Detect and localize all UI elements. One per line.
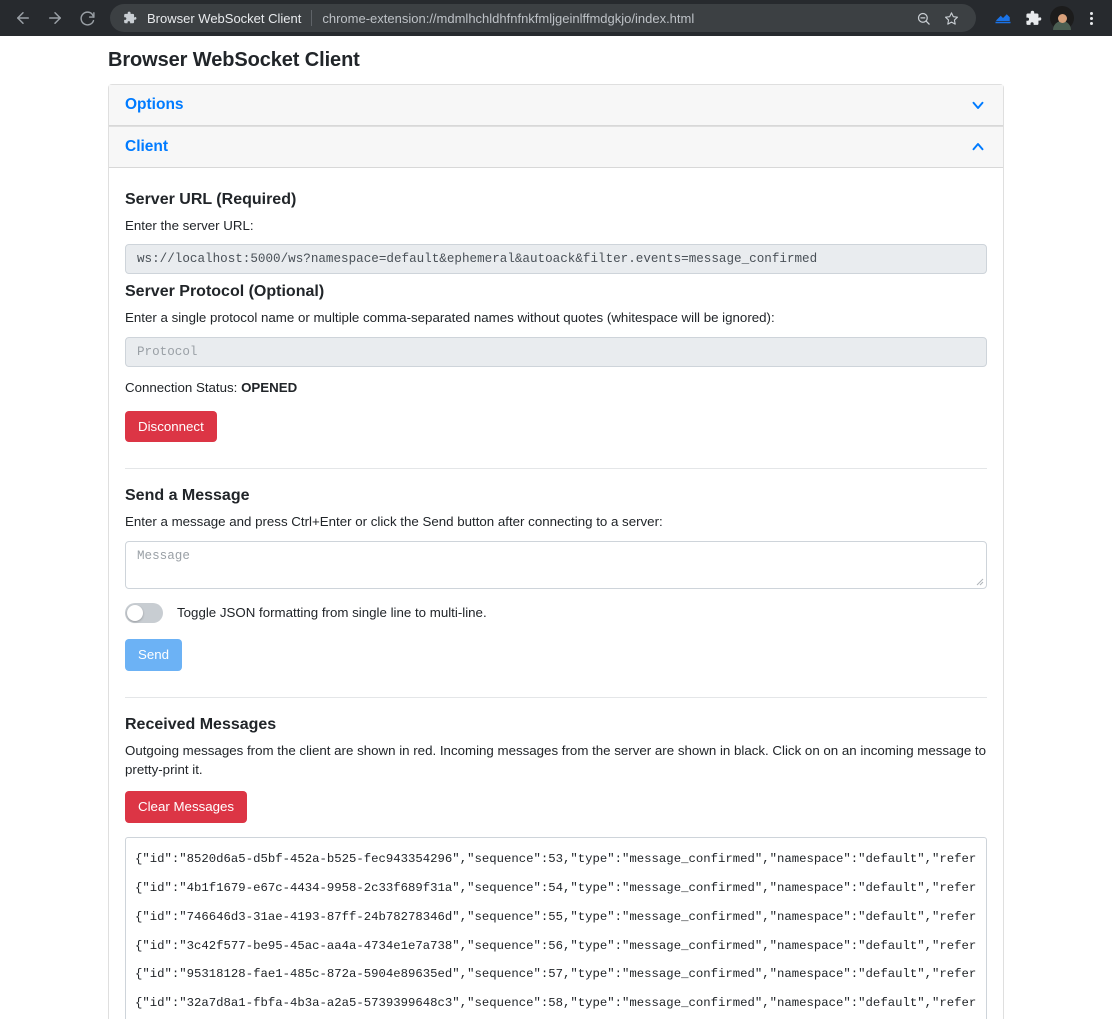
extension-toolbar-icons (990, 5, 1104, 31)
server-protocol-heading: Server Protocol (Optional) (125, 283, 987, 301)
address-text[interactable]: chrome-extension://mdmlhchldhfnfnkfmljge… (322, 11, 904, 26)
forward-button[interactable] (40, 3, 70, 33)
log-line[interactable]: {"id":"4b1f1679-e67c-4434-9958-2c33f689f… (135, 874, 977, 903)
send-message-description: Enter a message and press Ctrl+Enter or … (125, 512, 987, 531)
resize-grip-icon[interactable] (974, 576, 984, 586)
divider-received (125, 697, 987, 698)
profile-avatar[interactable] (1050, 6, 1074, 30)
message-textarea[interactable]: Message (125, 541, 987, 589)
zoom-out-icon[interactable] (910, 5, 936, 31)
connection-status-label: Connection Status: (125, 380, 237, 395)
send-button-wrap: Send (125, 639, 987, 671)
omnibox-actions (910, 5, 964, 31)
accordion-title-options: Options (125, 96, 184, 114)
back-button[interactable] (8, 3, 38, 33)
browser-toolbar: Browser WebSocket Client chrome-extensio… (0, 0, 1112, 36)
server-url-heading: Server URL (Required) (125, 191, 987, 209)
server-url-input[interactable]: ws://localhost:5000/ws?namespace=default… (125, 244, 987, 274)
accordion-card-client: Client Server URL (Required) Enter the s… (108, 126, 1004, 1019)
received-messages-description: Outgoing messages from the client are sh… (125, 741, 987, 780)
log-line[interactable]: {"id":"32a7d8a1-fbfa-4b3a-a2a5-573939964… (135, 989, 977, 1018)
websocket-extension-icon[interactable] (990, 5, 1016, 31)
json-format-toggle-row: Toggle JSON formatting from single line … (125, 603, 987, 623)
extensions-puzzle-icon[interactable] (1020, 5, 1046, 31)
page-content: Browser WebSocket Client Options Client (0, 36, 1112, 1019)
accordion-header-client[interactable]: Client (109, 127, 1003, 168)
accordion-header-options[interactable]: Options (109, 85, 1003, 126)
page-tab-title: Browser WebSocket Client (147, 11, 301, 26)
toggle-knob (127, 605, 143, 621)
clear-messages-button[interactable]: Clear Messages (125, 791, 247, 823)
disconnect-button-wrap: Disconnect (125, 411, 987, 443)
received-messages-log[interactable]: {"id":"8520d6a5-d5bf-452a-b525-fec943354… (125, 837, 987, 1019)
accordion-card-options: Options (108, 84, 1004, 126)
json-format-toggle[interactable] (125, 603, 163, 623)
status-badge: OPENED (241, 380, 297, 395)
log-line[interactable]: {"id":"746646d3-31ae-4193-87ff-24b782783… (135, 903, 977, 932)
clear-messages-wrap: Clear Messages (125, 791, 987, 823)
log-line[interactable]: {"id":"3c42f577-be95-45ac-aa4a-4734e1e7a… (135, 932, 977, 961)
client-panel-body: Server URL (Required) Enter the server U… (109, 168, 1003, 1019)
json-format-toggle-label: Toggle JSON formatting from single line … (177, 605, 487, 620)
accordion-title-client: Client (125, 138, 168, 156)
chevron-down-icon[interactable] (969, 96, 987, 114)
received-messages-heading: Received Messages (125, 716, 987, 734)
star-icon[interactable] (938, 5, 964, 31)
puzzle-piece-icon (122, 10, 138, 26)
chevron-up-icon[interactable] (969, 138, 987, 156)
omnibox[interactable]: Browser WebSocket Client chrome-extensio… (110, 4, 976, 32)
send-message-heading: Send a Message (125, 487, 987, 505)
server-url-description: Enter the server URL: (125, 216, 987, 235)
omnibox-divider (311, 10, 312, 26)
log-line[interactable]: {"id":"8520d6a5-d5bf-452a-b525-fec943354… (135, 845, 977, 874)
accordion: Options Client Server URL (Required) (108, 84, 1004, 1019)
server-protocol-description: Enter a single protocol name or multiple… (125, 308, 987, 327)
page-title: Browser WebSocket Client (108, 49, 1004, 72)
chrome-menu-icon[interactable] (1078, 5, 1104, 31)
send-button[interactable]: Send (125, 639, 182, 671)
reload-button[interactable] (72, 3, 102, 33)
divider-send (125, 468, 987, 469)
log-line[interactable]: {"id":"95318128-fae1-485c-872a-5904e8963… (135, 960, 977, 989)
disconnect-button[interactable]: Disconnect (125, 411, 217, 443)
connection-status: Connection Status: OPENED (125, 380, 987, 395)
server-protocol-input[interactable]: Protocol (125, 337, 987, 367)
